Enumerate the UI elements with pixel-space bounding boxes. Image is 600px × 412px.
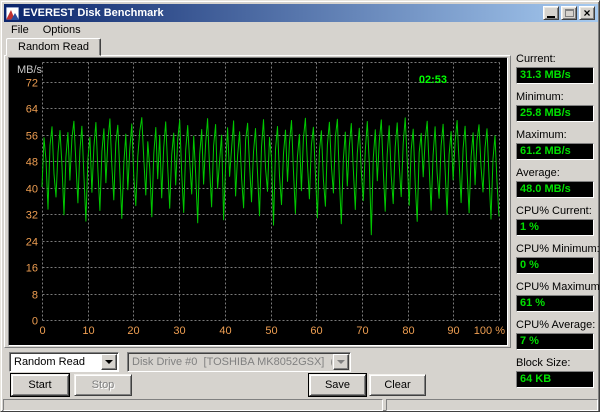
- x-tick-label: 70: [356, 325, 368, 337]
- stat-value: 48.0 MB/s: [516, 181, 594, 198]
- x-tick-label: 100 %: [474, 325, 505, 337]
- test-type-combo[interactable]: Random Read: [9, 352, 119, 372]
- drive-dropdown-button[interactable]: [333, 354, 349, 370]
- elapsed-time: 02:53: [419, 74, 447, 86]
- drive-combo[interactable]: Disk Drive #0 [TOSHIBA MK8052GSX] (76319…: [127, 352, 351, 372]
- x-tick-label: 20: [127, 325, 139, 337]
- tab-random-read[interactable]: Random Read: [6, 38, 101, 56]
- stat-value: 7 %: [516, 333, 594, 350]
- title-bar[interactable]: EVEREST Disk Benchmark ×: [4, 4, 598, 22]
- stat-label: CPU% Maximum:: [516, 281, 600, 293]
- maximize-icon: [564, 9, 574, 17]
- stop-button[interactable]: Stop: [74, 374, 132, 396]
- close-button[interactable]: ×: [579, 6, 595, 20]
- stat-cpu-average: CPU% Average: 7 %: [516, 319, 596, 350]
- y-tick-label: 64: [26, 104, 38, 116]
- x-tick-label: 0: [39, 325, 45, 337]
- stat-value: 31.3 MB/s: [516, 67, 594, 84]
- stat-value: 1 %: [516, 219, 594, 236]
- stat-label: CPU% Average:: [516, 319, 596, 331]
- everest-disk-benchmark-window: EVEREST Disk Benchmark × File Options Ra…: [0, 0, 600, 412]
- clear-button[interactable]: Clear: [369, 374, 426, 396]
- tab-page: 72 64 56 48 40 32 24 16 8 0 0 10 20 30 40 50 60 70 80 90 100…: [4, 55, 511, 348]
- menu-bar: File Options: [4, 22, 598, 38]
- benchmark-chart-svg: 7264564840322416800 10 20 30 40 50 60 70 80 90 100…: [17, 62, 505, 337]
- stat-minimum: Minimum: 25.8 MB/s: [516, 91, 594, 122]
- benchmark-chart: 72 64 56 48 40 32 24 16 8 0 0 10 20 30 40 50 60 70 80 90 100…: [8, 57, 508, 346]
- x-tick-label: 40: [219, 325, 231, 337]
- save-button[interactable]: Save: [309, 374, 366, 396]
- stat-label: CPU% Current:: [516, 205, 592, 217]
- y-tick-label: 24: [26, 237, 38, 249]
- chevron-down-icon: [105, 360, 113, 364]
- status-panel-left: [3, 399, 383, 411]
- stat-label: Block Size:: [516, 357, 571, 369]
- y-axis-unit-label: MB/s: [17, 64, 43, 76]
- window-title: EVEREST Disk Benchmark: [23, 7, 164, 19]
- y-tick-label: 0: [32, 316, 38, 328]
- stat-cpu-maximum: CPU% Maximum: 61 %: [516, 281, 600, 312]
- y-tick-label: 56: [26, 131, 38, 143]
- stats-sidebar: Current: 31.3 MB/s Minimum: 25.8 MB/s Ma…: [516, 53, 600, 395]
- stat-label: Current:: [516, 53, 556, 65]
- y-tick-label: 40: [26, 184, 38, 196]
- stat-label: Maximum:: [516, 129, 567, 141]
- x-tick-label: 50: [265, 325, 277, 337]
- start-button[interactable]: Start: [11, 374, 69, 396]
- minimize-icon: [547, 15, 555, 18]
- stat-label: CPU% Minimum:: [516, 243, 600, 255]
- y-tick-label: 8: [32, 290, 38, 302]
- test-type-dropdown-button[interactable]: [101, 354, 117, 370]
- close-icon: ×: [583, 6, 591, 20]
- y-tick-label: 32: [26, 210, 38, 222]
- tab-label: Random Read: [18, 41, 89, 53]
- stat-average: Average: 48.0 MB/s: [516, 167, 594, 198]
- test-type-value: Random Read: [14, 356, 85, 368]
- chevron-down-icon: [337, 360, 345, 364]
- status-panel-right: [386, 399, 598, 411]
- everest-app-icon: [6, 6, 19, 20]
- stat-value: 25.8 MB/s: [516, 105, 594, 122]
- stat-label: Average:: [516, 167, 560, 179]
- stat-maximum: Maximum: 61.2 MB/s: [516, 129, 594, 160]
- stat-label: Minimum:: [516, 91, 564, 103]
- x-tick-label: 10: [82, 325, 94, 337]
- drive-value: Disk Drive #0 [TOSHIBA MK8052GSX] (76319…: [132, 356, 332, 368]
- maximize-button[interactable]: [561, 6, 577, 20]
- stat-cpu-minimum: CPU% Minimum: 0 %: [516, 243, 600, 274]
- stat-value: 61.2 MB/s: [516, 143, 594, 160]
- stat-value: 64 KB: [516, 371, 594, 388]
- stat-value: 61 %: [516, 295, 594, 312]
- y-tick-label: 48: [26, 157, 38, 169]
- y-tick-label: 72: [26, 78, 38, 90]
- stat-current: Current: 31.3 MB/s: [516, 53, 594, 84]
- stat-cpu-current: CPU% Current: 1 %: [516, 205, 594, 236]
- x-tick-label: 90: [447, 325, 459, 337]
- minimize-button[interactable]: [543, 6, 559, 20]
- menu-item-options[interactable]: Options: [36, 23, 88, 37]
- x-tick-label: 60: [310, 325, 322, 337]
- y-tick-label: 16: [26, 263, 38, 275]
- x-tick-label: 80: [402, 325, 414, 337]
- x-tick-label: 30: [173, 325, 185, 337]
- stat-value: 0 %: [516, 257, 594, 274]
- menu-item-file[interactable]: File: [4, 23, 36, 37]
- stat-block-size: Block Size: 64 KB: [516, 357, 594, 388]
